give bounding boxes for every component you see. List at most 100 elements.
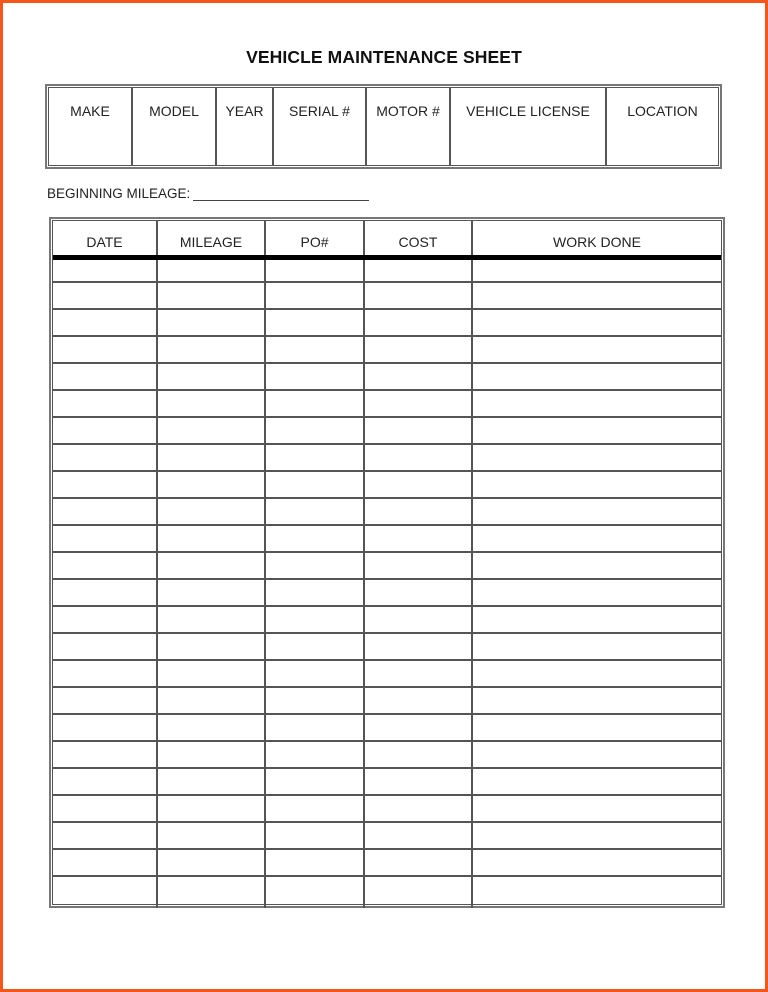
cell-cost[interactable]	[365, 364, 473, 389]
cell-date[interactable]	[53, 499, 158, 524]
cell-mileage[interactable]	[158, 742, 266, 767]
vehicle-info-cell-serial[interactable]: SERIAL #	[274, 88, 367, 165]
cell-mileage[interactable]	[158, 526, 266, 551]
vehicle-info-cell-make[interactable]: MAKE	[49, 88, 133, 165]
cell-date[interactable]	[53, 580, 158, 605]
cell-cost[interactable]	[365, 715, 473, 740]
cell-cost[interactable]	[365, 526, 473, 551]
cell-work-done[interactable]	[473, 472, 721, 497]
cell-work-done[interactable]	[473, 823, 721, 848]
cell-mileage[interactable]	[158, 499, 266, 524]
cell-date[interactable]	[53, 310, 158, 335]
cell-cost[interactable]	[365, 607, 473, 632]
cell-work-done[interactable]	[473, 337, 721, 362]
cell-cost[interactable]	[365, 742, 473, 767]
cell-date[interactable]	[53, 526, 158, 551]
cell-mileage[interactable]	[158, 260, 266, 281]
cell-date[interactable]	[53, 337, 158, 362]
cell-date[interactable]	[53, 364, 158, 389]
cell-date[interactable]	[53, 661, 158, 686]
cell-cost[interactable]	[365, 850, 473, 875]
vehicle-info-cell-motor[interactable]: MOTOR #	[367, 88, 451, 165]
cell-date[interactable]	[53, 607, 158, 632]
vehicle-info-cell-year[interactable]: YEAR	[217, 88, 274, 165]
cell-date[interactable]	[53, 283, 158, 308]
cell-po[interactable]	[266, 391, 365, 416]
cell-date[interactable]	[53, 796, 158, 821]
cell-mileage[interactable]	[158, 391, 266, 416]
cell-work-done[interactable]	[473, 607, 721, 632]
cell-mileage[interactable]	[158, 634, 266, 659]
cell-date[interactable]	[53, 418, 158, 443]
cell-po[interactable]	[266, 607, 365, 632]
cell-cost[interactable]	[365, 445, 473, 470]
cell-cost[interactable]	[365, 823, 473, 848]
cell-date[interactable]	[53, 877, 158, 908]
cell-po[interactable]	[266, 688, 365, 713]
cell-mileage[interactable]	[158, 796, 266, 821]
cell-cost[interactable]	[365, 634, 473, 659]
cell-mileage[interactable]	[158, 364, 266, 389]
cell-mileage[interactable]	[158, 715, 266, 740]
cell-po[interactable]	[266, 877, 365, 908]
cell-work-done[interactable]	[473, 445, 721, 470]
cell-cost[interactable]	[365, 391, 473, 416]
cell-mileage[interactable]	[158, 418, 266, 443]
cell-work-done[interactable]	[473, 850, 721, 875]
cell-cost[interactable]	[365, 661, 473, 686]
cell-po[interactable]	[266, 796, 365, 821]
cell-po[interactable]	[266, 364, 365, 389]
cell-mileage[interactable]	[158, 553, 266, 578]
cell-date[interactable]	[53, 823, 158, 848]
beginning-mileage-field[interactable]	[193, 200, 369, 201]
cell-date[interactable]	[53, 850, 158, 875]
cell-po[interactable]	[266, 499, 365, 524]
cell-cost[interactable]	[365, 580, 473, 605]
cell-cost[interactable]	[365, 688, 473, 713]
cell-work-done[interactable]	[473, 553, 721, 578]
cell-po[interactable]	[266, 715, 365, 740]
cell-mileage[interactable]	[158, 823, 266, 848]
cell-po[interactable]	[266, 823, 365, 848]
cell-cost[interactable]	[365, 877, 473, 908]
cell-po[interactable]	[266, 472, 365, 497]
cell-mileage[interactable]	[158, 877, 266, 908]
cell-po[interactable]	[266, 580, 365, 605]
cell-cost[interactable]	[365, 499, 473, 524]
cell-mileage[interactable]	[158, 580, 266, 605]
cell-po[interactable]	[266, 634, 365, 659]
cell-work-done[interactable]	[473, 364, 721, 389]
cell-date[interactable]	[53, 260, 158, 281]
cell-mileage[interactable]	[158, 688, 266, 713]
cell-work-done[interactable]	[473, 260, 721, 281]
cell-mileage[interactable]	[158, 661, 266, 686]
cell-work-done[interactable]	[473, 310, 721, 335]
cell-work-done[interactable]	[473, 769, 721, 794]
cell-mileage[interactable]	[158, 472, 266, 497]
cell-date[interactable]	[53, 472, 158, 497]
cell-mileage[interactable]	[158, 607, 266, 632]
cell-po[interactable]	[266, 418, 365, 443]
cell-work-done[interactable]	[473, 418, 721, 443]
cell-work-done[interactable]	[473, 283, 721, 308]
cell-mileage[interactable]	[158, 769, 266, 794]
cell-cost[interactable]	[365, 796, 473, 821]
cell-po[interactable]	[266, 283, 365, 308]
cell-po[interactable]	[266, 310, 365, 335]
cell-po[interactable]	[266, 553, 365, 578]
cell-date[interactable]	[53, 553, 158, 578]
cell-work-done[interactable]	[473, 580, 721, 605]
cell-cost[interactable]	[365, 310, 473, 335]
cell-po[interactable]	[266, 742, 365, 767]
vehicle-info-cell-model[interactable]: MODEL	[133, 88, 217, 165]
cell-mileage[interactable]	[158, 337, 266, 362]
cell-work-done[interactable]	[473, 796, 721, 821]
cell-cost[interactable]	[365, 283, 473, 308]
cell-cost[interactable]	[365, 337, 473, 362]
cell-po[interactable]	[266, 850, 365, 875]
cell-mileage[interactable]	[158, 445, 266, 470]
cell-po[interactable]	[266, 661, 365, 686]
cell-work-done[interactable]	[473, 877, 721, 908]
cell-date[interactable]	[53, 742, 158, 767]
cell-cost[interactable]	[365, 769, 473, 794]
